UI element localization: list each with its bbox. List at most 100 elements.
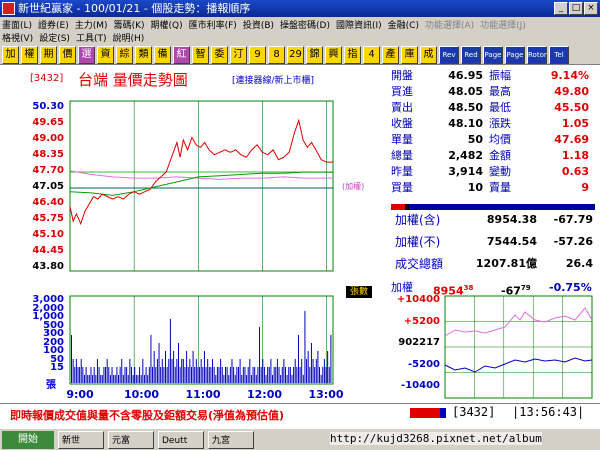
volume-bar (142, 359, 144, 383)
quote-value: 0.63 (561, 165, 589, 178)
volume-bar (72, 359, 74, 383)
index-value: 7544.54 (486, 235, 537, 248)
volume-bar (317, 351, 319, 383)
volume-bar (252, 367, 254, 383)
quote-label: 金額 (489, 149, 511, 162)
volume-bar (210, 367, 212, 383)
volume-bar (213, 367, 215, 383)
quote-row: 買進 48.05 最高 49.80 (391, 84, 589, 100)
volume-bar (202, 367, 204, 383)
volume-bar (166, 367, 168, 383)
volume-bar (299, 367, 301, 383)
quote-value: 1.05 (561, 117, 589, 130)
volume-bar (177, 343, 179, 383)
index-row[interactable]: 加權(不) 7544.54 -57.26 (391, 232, 597, 252)
index-value: 1207.81億 (475, 257, 537, 270)
volume-bar (249, 359, 251, 383)
volume-bar (119, 367, 121, 383)
price-tick-label: 50.30 (32, 101, 64, 112)
volume-bar (156, 359, 158, 383)
quote-value: 50 (467, 133, 483, 146)
volume-bar (296, 367, 298, 383)
volume-bar (265, 375, 267, 383)
volume-bar (225, 367, 227, 383)
index-change: -67.79 (553, 213, 593, 226)
volume-bar (233, 367, 235, 383)
quote-value: 9.14% (550, 69, 589, 82)
quote-value: 3,914 (448, 165, 483, 178)
quote-label: 總量 (391, 149, 413, 162)
quote-value: 10 (467, 181, 483, 194)
quote-value: 1.18 (561, 149, 589, 162)
volume-bar (121, 359, 123, 383)
volume-bar (100, 375, 102, 383)
volume-bar (145, 367, 147, 383)
volume-bar (319, 367, 321, 383)
task-1[interactable]: 新世 (58, 431, 104, 449)
start-button[interactable]: 開始 (2, 431, 54, 449)
quote-row: 總量 2,482 金額 1.18 (391, 148, 589, 164)
volume-bar (327, 351, 329, 383)
quote-label: 最低 (489, 101, 511, 114)
volume-bar (310, 343, 312, 383)
task-3[interactable]: Deutt (158, 431, 204, 449)
volume-bar (228, 375, 230, 383)
volume-bar (147, 375, 149, 383)
price-tick-label: 44.45 (32, 245, 64, 256)
volume-bar (273, 367, 275, 383)
quote-row: 單量 50 均價 47.69 (391, 132, 589, 148)
volume-bar (129, 359, 131, 383)
volume-bar (160, 367, 162, 383)
price-tick-label: 46.40 (32, 197, 64, 208)
volume-bar (199, 367, 201, 383)
volume-bar (182, 359, 184, 383)
watermark: http://kujd3268.pixnet.net/album (330, 432, 542, 445)
volume-bar (132, 375, 134, 383)
volume-bar (307, 351, 309, 383)
index-change: 26.4 (565, 257, 593, 270)
industry-label[interactable]: [連接器線/新上市櫃] (232, 73, 314, 86)
volume-bar (109, 375, 111, 383)
volume-bar (124, 367, 126, 383)
volume-bar (150, 335, 152, 383)
volume-bar (140, 375, 142, 383)
volume-bar (118, 375, 120, 383)
volume-bar (195, 359, 197, 383)
volume-bar (80, 359, 82, 383)
quote-value: 48.50 (448, 101, 483, 114)
volume-bar (130, 367, 132, 383)
volume-bar (155, 367, 157, 383)
price-tick-label: 47.05 (32, 181, 64, 192)
mini-percent: -0.75% (549, 281, 592, 294)
volume-bar (74, 367, 76, 383)
task-2[interactable]: 元富 (108, 431, 154, 449)
quote-label: 漲跌 (489, 117, 511, 130)
volume-bar (153, 351, 155, 383)
task-4[interactable]: 九宮 (208, 431, 254, 449)
volume-bar (88, 375, 90, 383)
index-row[interactable]: 成交總額 1207.81億 26.4 (391, 254, 597, 274)
volume-bar (83, 375, 85, 383)
status-message: 即時報價成交值與量不含零股及鉅額交易(淨值為預估值) (10, 409, 285, 422)
volume-bar (139, 367, 141, 383)
quote-label: 昨量 (391, 165, 413, 178)
volume-bar (174, 367, 176, 383)
volume-bar (190, 367, 192, 383)
status-code[interactable]: [3432] (452, 405, 495, 419)
volume-bar (215, 375, 217, 383)
volume-bar (114, 375, 116, 383)
volume-bar (134, 367, 136, 383)
volume-badge[interactable]: 張數 (346, 286, 372, 298)
volume-bar (169, 319, 171, 383)
volume-bar (186, 351, 188, 383)
volume-bar (103, 367, 105, 383)
volume-bar (75, 359, 77, 383)
quote-value: 45.50 (554, 101, 589, 114)
volume-bar (275, 367, 277, 383)
index-label: 加權(不) (395, 235, 441, 249)
volume-bar (247, 367, 249, 383)
volume-bar (246, 375, 248, 383)
volume-bar (259, 327, 261, 383)
index-row[interactable]: 加權(含) 8954.38 -67.79 (391, 210, 597, 230)
volume-bar (231, 359, 233, 383)
